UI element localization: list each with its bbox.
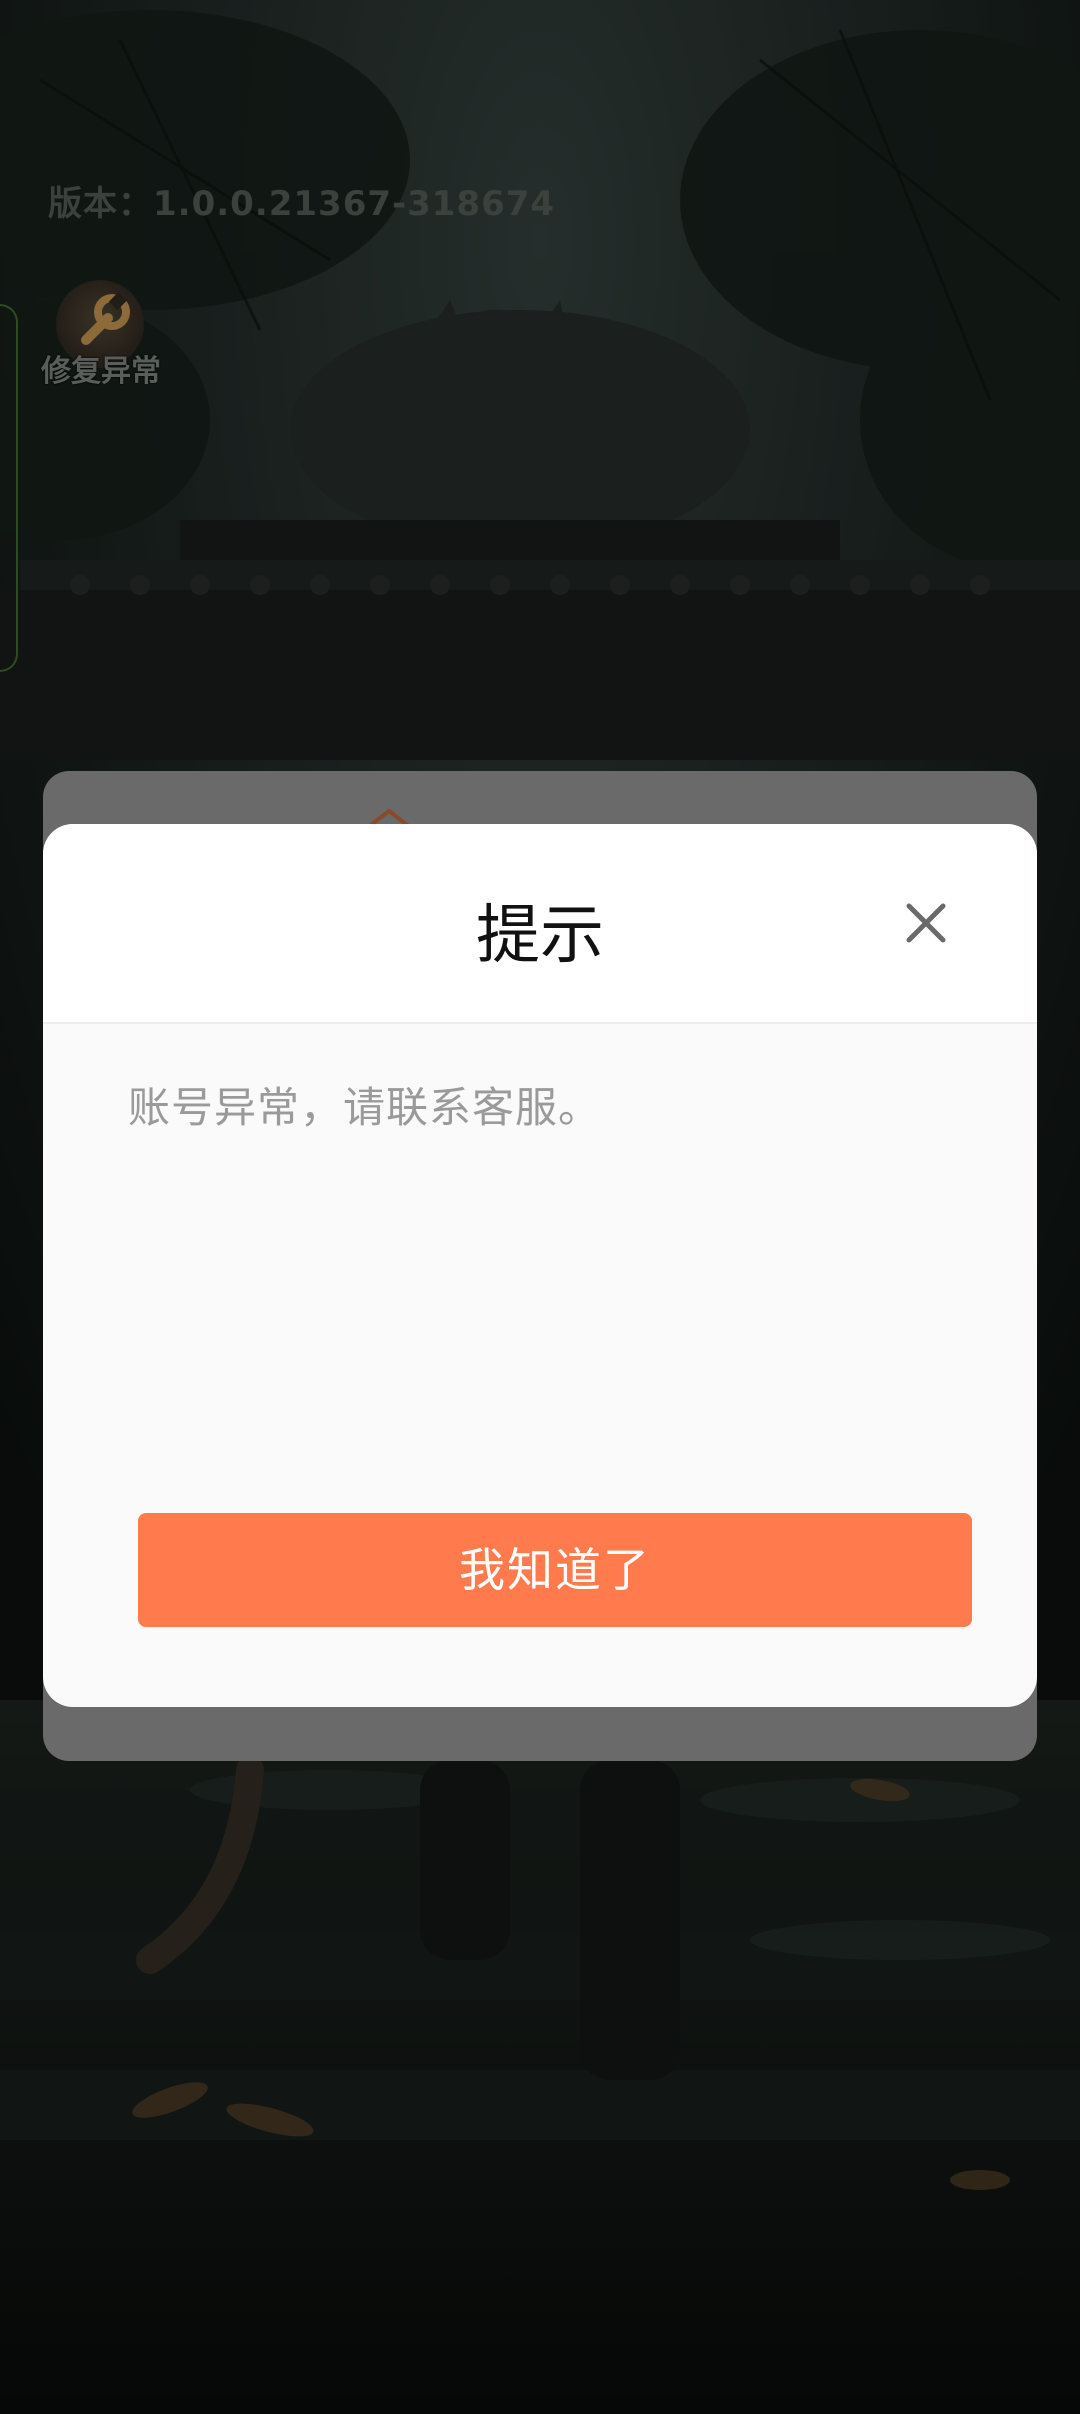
game-launcher-screen: 版本：1.0.0.21367-318674 修复异常 提示 账号异常，请联系客服… [0, 0, 1080, 2414]
alert-dialog: 提示 账号异常，请联系客服。 我知道了 [43, 824, 1037, 1707]
close-button[interactable] [895, 892, 957, 954]
version-text: 版本：1.0.0.21367-318674 [48, 184, 556, 224]
dialog-message: 账号异常，请联系客服。 [128, 1083, 602, 1132]
dialog-header: 提示 [43, 824, 1037, 1024]
side-drawer-handle[interactable] [0, 304, 18, 672]
repair-label: 修复异常 [41, 354, 161, 389]
close-icon [906, 903, 946, 943]
dialog-title: 提示 [476, 899, 604, 973]
confirm-button[interactable]: 我知道了 [138, 1513, 972, 1627]
repair-button[interactable]: 修复异常 [36, 280, 166, 390]
